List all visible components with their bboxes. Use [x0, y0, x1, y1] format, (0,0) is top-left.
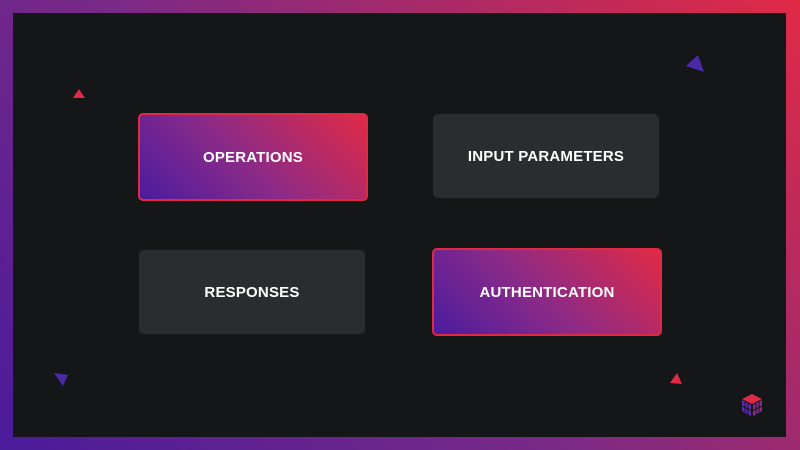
responses-card-label: RESPONSES — [204, 283, 300, 301]
purple-triangle-icon — [686, 55, 704, 72]
authentication-card[interactable]: AUTHENTICATION — [432, 248, 662, 336]
input-parameters-card-label: INPUT PARAMETERS — [467, 147, 625, 165]
cube-logo-icon — [741, 394, 763, 416]
purple-triangle-icon — [54, 373, 68, 386]
red-triangle-icon — [73, 89, 85, 98]
responses-card[interactable]: RESPONSES — [139, 250, 365, 334]
authentication-card-label: AUTHENTICATION — [479, 283, 615, 301]
red-triangle-icon — [670, 373, 682, 384]
operations-card-label: OPERATIONS — [202, 148, 304, 166]
input-parameters-card[interactable]: INPUT PARAMETERS — [433, 114, 659, 198]
operations-card[interactable]: OPERATIONS — [138, 113, 368, 201]
